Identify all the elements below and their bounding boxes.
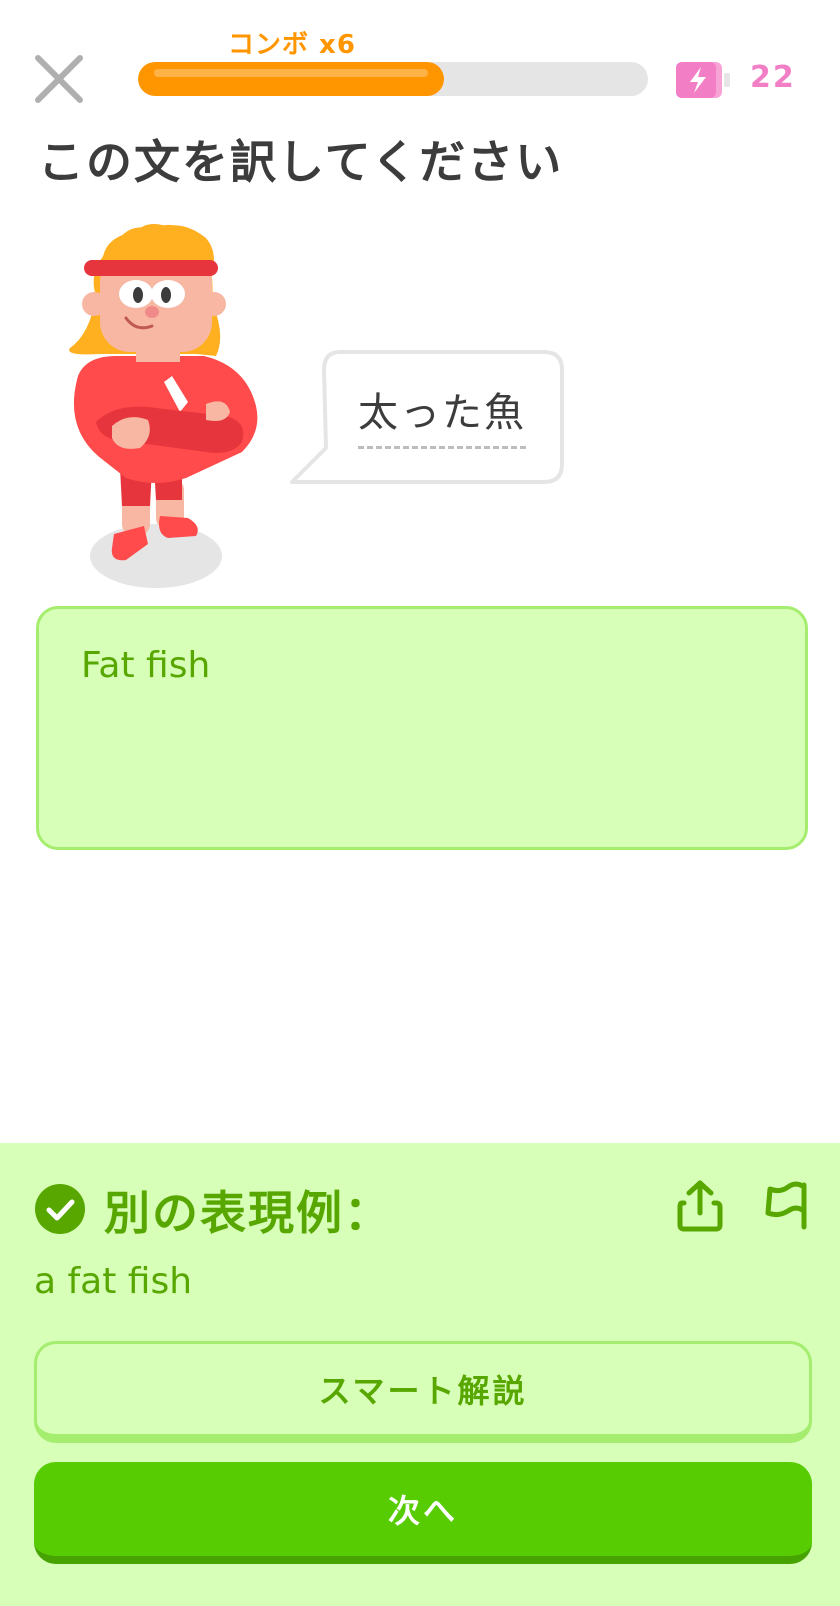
instruction-title: この文を訳してください [38, 135, 564, 189]
close-icon[interactable] [32, 52, 86, 106]
feedback-panel: 別の表現例： a fat fish スマート解説 次へ [0, 1143, 840, 1606]
lesson-progress-bar [138, 62, 648, 96]
check-circle-icon [34, 1183, 86, 1235]
next-button[interactable]: 次へ [34, 1462, 812, 1564]
flag-icon[interactable] [762, 1179, 810, 1233]
answer-textarea[interactable]: Fat fish [36, 606, 808, 850]
alternative-answer: a fat fish [34, 1261, 193, 1302]
smart-explanation-button[interactable]: スマート解説 [34, 1341, 812, 1443]
answer-text: Fat fish [81, 645, 211, 686]
combo-label: コンボ x6 [228, 30, 356, 60]
energy-battery-icon [674, 60, 734, 100]
share-icon[interactable] [676, 1179, 724, 1233]
character-illustration [56, 216, 286, 596]
energy-count: 22 [750, 60, 796, 95]
prompt-sentence[interactable]: 太った魚 [358, 380, 526, 449]
feedback-title: 別の表現例： [104, 1186, 392, 1240]
lesson-progress-fill [138, 62, 444, 96]
lesson-screen: コンボ x6 22 この文を訳してください 太った魚 Fat fish 別の表現… [0, 0, 840, 1606]
